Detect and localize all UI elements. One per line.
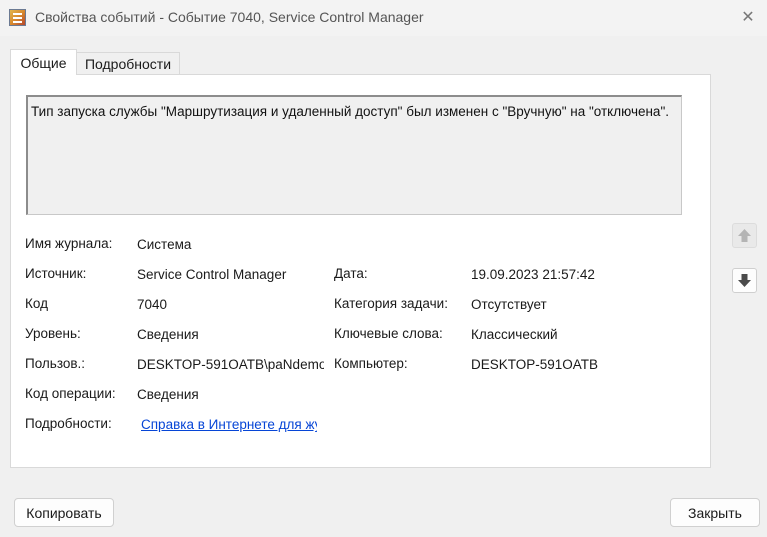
arrow-down-icon [738, 274, 751, 287]
more-info-label: Подробности: [25, 416, 112, 431]
online-help-link[interactable]: Справка в Интернете для журнала событий [141, 417, 317, 432]
task-category-value[interactable]: Отсутствует [471, 297, 547, 312]
user-label: Пользов.: [25, 356, 86, 371]
computer-label: Компьютер: [334, 356, 408, 371]
keywords-value[interactable]: Классический [471, 327, 558, 342]
level-value[interactable]: Сведения [137, 327, 199, 342]
opcode-label: Код операции: [25, 386, 116, 401]
event-id-label: Код [25, 296, 48, 311]
title-bar: Свойства событий - Событие 7040, Service… [0, 0, 767, 36]
logged-date-label: Дата: [334, 266, 368, 281]
keywords-label: Ключевые слова: [334, 326, 443, 341]
event-id-value[interactable]: 7040 [137, 297, 167, 312]
next-event-button[interactable] [732, 268, 757, 293]
event-description[interactable]: Тип запуска службы "Маршрутизация и удал… [26, 95, 682, 215]
close-button[interactable]: Закрыть [670, 498, 760, 527]
source-value[interactable]: Service Control Manager [137, 267, 286, 282]
tab-details[interactable]: Подробности [77, 52, 180, 75]
level-label: Уровень: [25, 326, 81, 341]
task-category-label: Категория задачи: [334, 296, 448, 311]
close-window-button[interactable]: ✕ [733, 4, 763, 30]
computer-value[interactable]: DESKTOP-591OATB [471, 357, 598, 372]
arrow-up-icon [738, 229, 751, 242]
previous-event-button[interactable] [732, 223, 757, 248]
user-value[interactable]: DESKTOP-591OATB\paNdemonium [137, 357, 324, 372]
log-name-label: Имя журнала: [25, 236, 113, 251]
source-label: Источник: [25, 266, 87, 281]
log-name-value[interactable]: Система [137, 237, 191, 252]
logged-date-value[interactable]: 19.09.2023 21:57:42 [471, 267, 595, 282]
tab-general[interactable]: Общие [10, 49, 77, 75]
copy-button[interactable]: Копировать [14, 498, 114, 527]
opcode-value[interactable]: Сведения [137, 387, 199, 402]
event-viewer-icon [9, 9, 26, 26]
window-title: Свойства событий - Событие 7040, Service… [35, 9, 424, 25]
